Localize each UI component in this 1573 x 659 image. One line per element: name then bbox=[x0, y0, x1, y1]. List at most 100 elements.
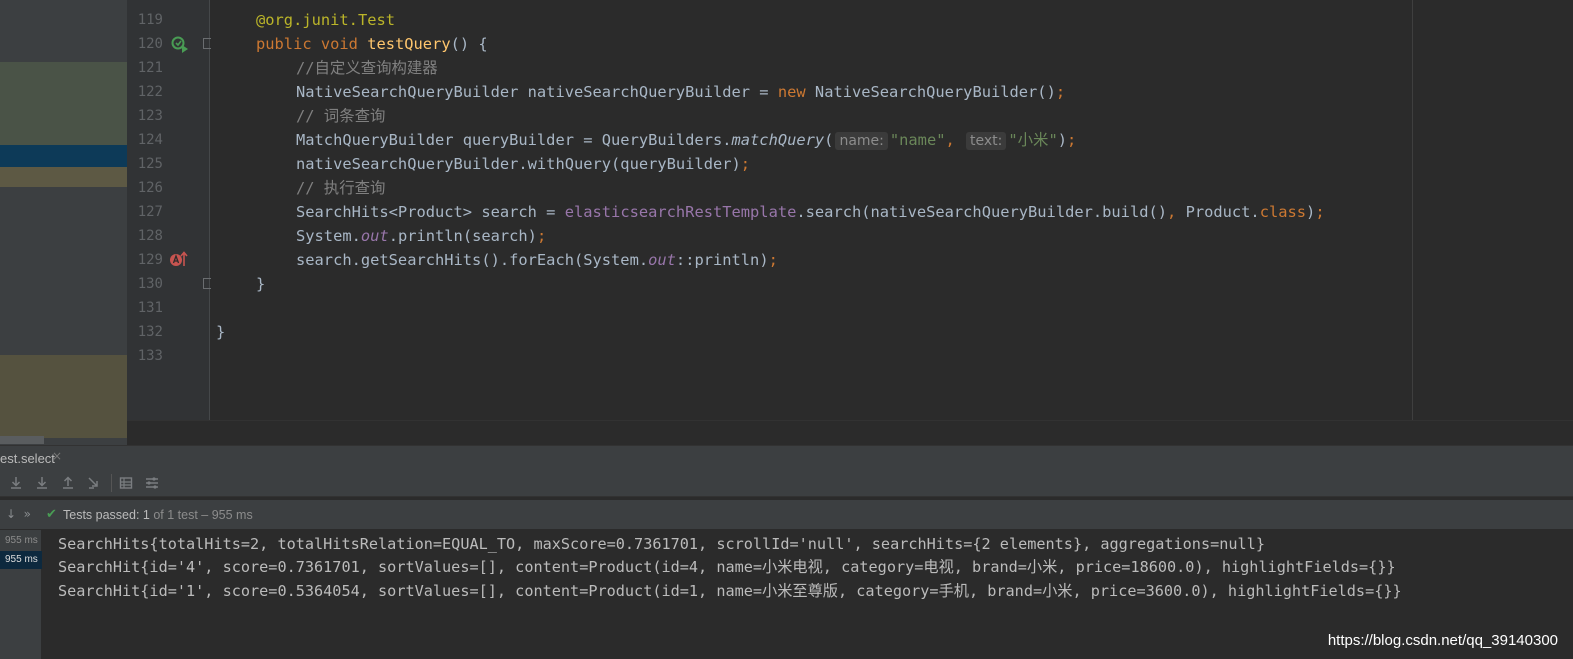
left-tool-panel bbox=[0, 0, 127, 445]
line-number: 119 bbox=[137, 12, 163, 28]
parameter-hint: text: bbox=[966, 132, 1007, 150]
code-line-122: NativeSearchQueryBuilder nativeSearchQue… bbox=[296, 80, 1065, 104]
code-line-129: search.getSearchHits().forEach(System.ou… bbox=[296, 248, 778, 272]
test-status-bar: ↓ » ✔ Tests passed: 1 of 1 test – 955 ms bbox=[0, 500, 1573, 530]
static-field: out bbox=[648, 251, 676, 269]
test-result-summary: Tests passed: 1 of 1 test – 955 ms bbox=[63, 508, 253, 522]
comma: , bbox=[1167, 203, 1186, 221]
editor-gutter: 119 120 121 122 123 124 125 126 127 128 … bbox=[127, 0, 214, 420]
code-text: MatchQueryBuilder queryBuilder = QueryBu… bbox=[296, 131, 732, 149]
line-number: 120 bbox=[137, 36, 163, 52]
line-number: 125 bbox=[137, 156, 163, 172]
code-text: SearchHits<Product> search = bbox=[296, 203, 565, 221]
code-line-132: } bbox=[216, 323, 226, 341]
sort-icon[interactable] bbox=[86, 475, 102, 491]
panel-selected-row[interactable] bbox=[0, 145, 127, 167]
passed-check-icon: ✔ bbox=[46, 507, 57, 522]
field-reference: elasticsearchRestTemplate bbox=[564, 203, 797, 221]
line-number: 126 bbox=[137, 180, 163, 196]
static-method-call: matchQuery bbox=[731, 131, 825, 149]
semicolon: ; bbox=[1055, 83, 1066, 101]
line-number: 131 bbox=[137, 300, 163, 316]
watermark-text: https://blog.csdn.net/qq_39140300 bbox=[1327, 632, 1558, 649]
line-number: 121 bbox=[137, 60, 163, 76]
overrides-method-icon[interactable] bbox=[169, 250, 189, 268]
test-tree: 955 ms 955 ms bbox=[0, 530, 42, 659]
code-editor[interactable]: @org.junit.Test public void testQuery() … bbox=[211, 0, 1573, 420]
code-text: .println(search) bbox=[388, 227, 537, 245]
annotation-prefix: @org.junit. bbox=[256, 11, 358, 29]
panel-highlight-block bbox=[0, 167, 127, 187]
line-number: 133 bbox=[137, 348, 163, 364]
string-literal: "小米" bbox=[1008, 131, 1058, 149]
keyword: class bbox=[1259, 203, 1307, 221]
code-line-120: public void testQuery() { bbox=[256, 32, 488, 56]
run-config-tab[interactable]: est.select bbox=[0, 451, 55, 466]
status-suffix: of 1 test – 955 ms bbox=[149, 508, 253, 522]
line-number: 132 bbox=[137, 324, 163, 340]
test-tree-row[interactable]: 955 ms bbox=[0, 532, 42, 550]
console-line: SearchHits{totalHits=2, totalHitsRelatio… bbox=[58, 535, 1265, 553]
settings-list-icon[interactable] bbox=[144, 475, 160, 491]
code-text: nativeSearchQueryBuilder.withQuery(query… bbox=[296, 155, 741, 173]
status-count: 1 bbox=[142, 508, 150, 522]
console-output[interactable]: SearchHits{totalHits=2, totalHitsRelatio… bbox=[42, 530, 1573, 659]
run-test-icon[interactable] bbox=[171, 36, 189, 54]
panel-highlight-block bbox=[0, 355, 127, 438]
expand-icon[interactable]: ↓ » bbox=[6, 507, 31, 521]
code-line-130: } bbox=[256, 275, 266, 293]
test-tree-row[interactable]: 955 ms bbox=[0, 551, 42, 569]
close-tab-icon[interactable]: × bbox=[52, 449, 62, 463]
panel-highlight-block bbox=[0, 62, 127, 145]
console-line: SearchHit{id='1', score=0.5364054, sortV… bbox=[58, 582, 1402, 600]
parameter-hint: name: bbox=[835, 132, 888, 150]
code-text: .search(nativeSearchQueryBuilder.build() bbox=[796, 203, 1168, 221]
code-line-125: nativeSearchQueryBuilder.withQuery(query… bbox=[296, 152, 750, 176]
semicolon: ; bbox=[740, 155, 751, 173]
line-number: 122 bbox=[137, 84, 163, 100]
semicolon: ; bbox=[1067, 131, 1077, 149]
code-line-126: // 执行查询 bbox=[296, 179, 386, 197]
layout-icon[interactable] bbox=[118, 475, 134, 491]
line-number: 130 bbox=[137, 276, 163, 292]
horizontal-scrollbar[interactable] bbox=[0, 436, 44, 444]
annotation-name: Test bbox=[357, 11, 396, 29]
code-text: System. bbox=[296, 227, 361, 245]
line-number: 123 bbox=[137, 108, 163, 124]
code-text: NativeSearchQueryBuilder() bbox=[805, 83, 1056, 101]
console-line: SearchHit{id='4', score=0.7361701, sortV… bbox=[58, 558, 1396, 576]
keyword: public void bbox=[256, 35, 368, 53]
code-line-121: //自定义查询构建器 bbox=[296, 59, 438, 77]
code-text: search.getSearchHits().forEach(System. bbox=[296, 251, 649, 269]
import-tests-icon[interactable] bbox=[8, 475, 24, 491]
code-text: NativeSearchQueryBuilder nativeSearchQue… bbox=[296, 83, 778, 101]
code-line-124: MatchQueryBuilder queryBuilder = QueryBu… bbox=[296, 128, 1076, 152]
code-text: ::println) bbox=[675, 251, 769, 269]
line-number: 124 bbox=[137, 132, 163, 148]
line-number: 129 bbox=[137, 252, 163, 268]
code-line-119: @org.junit.Test bbox=[256, 8, 395, 32]
line-number: 127 bbox=[137, 204, 163, 220]
download-icon[interactable] bbox=[34, 475, 50, 491]
keyword: new bbox=[777, 83, 806, 101]
code-text: Product. bbox=[1185, 203, 1260, 221]
code-line-128: System.out.println(search); bbox=[296, 224, 546, 248]
semicolon: ; bbox=[1315, 203, 1325, 221]
code-text: () { bbox=[450, 35, 488, 53]
status-prefix: Tests passed: bbox=[63, 508, 143, 522]
code-line-127: SearchHits<Product> search = elasticsear… bbox=[296, 200, 1325, 224]
editor-bottom-area bbox=[127, 420, 1573, 445]
line-number: 128 bbox=[137, 228, 163, 244]
run-toolbar bbox=[0, 470, 1573, 497]
method-name: testQuery bbox=[367, 35, 451, 53]
static-field: out bbox=[360, 227, 389, 245]
run-tab-bar: est.select × bbox=[0, 445, 1573, 470]
string-literal: "name" bbox=[889, 131, 946, 149]
comma: , bbox=[945, 131, 965, 149]
code-line-123: // 词条查询 bbox=[296, 107, 386, 125]
code-text: ) bbox=[1306, 203, 1316, 221]
semicolon: ; bbox=[768, 251, 778, 269]
export-icon[interactable] bbox=[60, 475, 76, 491]
right-margin-guide bbox=[1412, 0, 1413, 420]
code-text: ( bbox=[824, 131, 834, 149]
